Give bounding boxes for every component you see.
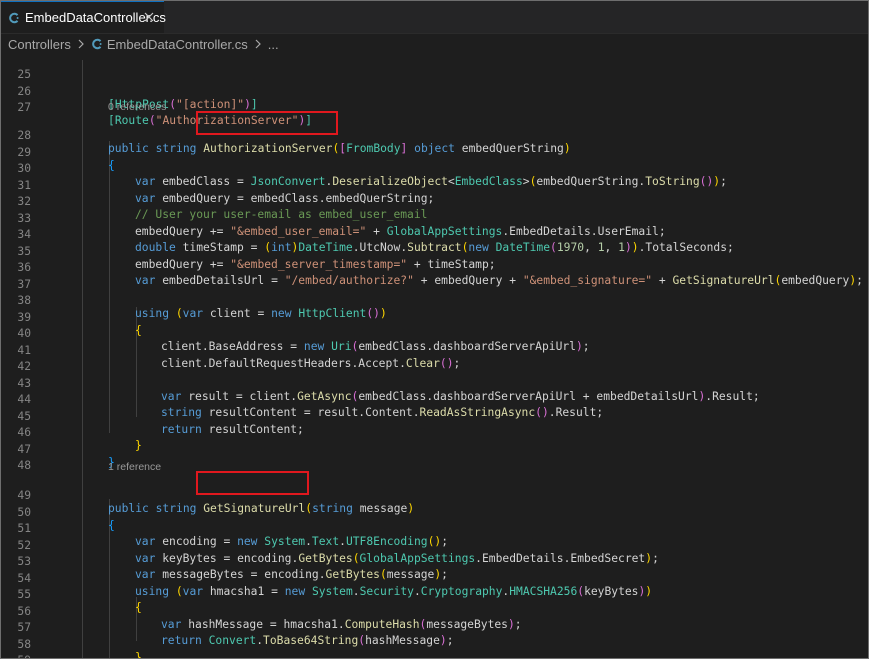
code-line: 32 // User your user-email as embed_user… (1, 181, 868, 221)
codelens-references[interactable]: 1 reference (108, 460, 161, 474)
code-line: 29 { (1, 132, 868, 172)
code-line: 38 using (var client = new HttpClient()) (1, 280, 868, 320)
code-editor[interactable]: 25 26 [HttpPost("[action]")] 27 [Route("… (1, 54, 868, 658)
tab-bar: EmbedDataController.cs (1, 1, 868, 34)
line-number: 48 (17, 459, 31, 472)
code-line: 53 var messageBytes = encoding.GetBytes(… (1, 541, 868, 581)
code-line: 35 embedQuery += "&embed_server_timestam… (1, 231, 868, 271)
code-line: 52 var keyBytes = encoding.GetBytes(Glob… (1, 525, 868, 565)
code-line: 39 { (1, 297, 868, 337)
code-line: 49 public string GetSignatureUrl(string … (1, 475, 868, 515)
editor-window: EmbedDataController.cs Controllers Embed… (0, 0, 869, 659)
code-line: 58 } (1, 624, 868, 659)
code-line: 51 var encoding = new System.Text.UTF8En… (1, 508, 868, 548)
code-line: 46 } (1, 412, 868, 452)
code-line: 54 using (var hmacsha1 = new System.Secu… (1, 558, 868, 598)
code-line: 59 } (1, 640, 868, 658)
code-line: 40 client.BaseAddress = new Uri(embedCla… (1, 313, 868, 353)
close-icon[interactable] (142, 10, 156, 24)
codelens-references[interactable]: 0 references (108, 100, 166, 114)
code-line: 57 return Convert.ToBase64String(hashMes… (1, 607, 868, 647)
code-line: 45 return resultContent; (1, 396, 868, 436)
code-line: 56 var hashMessage = hmacsha1.ComputeHas… (1, 591, 868, 631)
code-line: 30 var embedClass = JsonConvert.Deserial… (1, 148, 868, 188)
code-line: 41 client.DefaultRequestHeaders.Accept.C… (1, 330, 868, 370)
chevron-right-icon (254, 39, 262, 49)
code-line: 42 (1, 346, 868, 373)
code-line: 31 var embedQuery = embedClass.embedQuer… (1, 165, 868, 205)
code-line: 37 (1, 264, 868, 291)
code-line: 28 public string AuthorizationServer([Fr… (1, 115, 868, 155)
breadcrumb-more[interactable]: ... (268, 37, 279, 52)
code-line: 43 var result = client.GetAsync(embedCla… (1, 363, 868, 403)
csharp-file-icon (91, 38, 103, 50)
code-line: 25 (1, 54, 868, 81)
code-line: 26 [HttpPost("[action]")] (1, 71, 868, 111)
code-line: 36 var embedDetailsUrl = "/embed/authori… (1, 247, 868, 287)
chevron-right-icon (77, 39, 85, 49)
csharp-file-icon (8, 12, 20, 24)
breadcrumb-folder[interactable]: Controllers (8, 37, 71, 52)
tab-embed-data-controller[interactable]: EmbedDataController.cs (1, 1, 166, 33)
code-line: 33 embedQuery += "&embed_user_email=" + … (1, 198, 868, 238)
breadcrumb: Controllers EmbedDataController.cs ... (1, 34, 868, 54)
code-line: 47 } (1, 429, 868, 469)
code-line: 55 { (1, 574, 868, 614)
breadcrumb-file[interactable]: EmbedDataController.cs (107, 37, 248, 52)
code-line: 34 double timeStamp = (int)DateTime.UtcN… (1, 214, 868, 254)
code-line: 44 string resultContent = result.Content… (1, 379, 868, 419)
line-number: 59 (1, 653, 31, 658)
code-line: 50 { (1, 492, 868, 532)
